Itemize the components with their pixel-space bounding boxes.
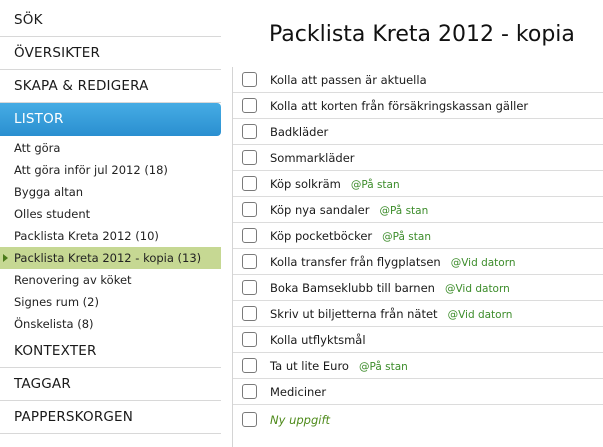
- task-label: Badkläder: [270, 125, 329, 139]
- task-checkbox[interactable]: [242, 384, 257, 399]
- list-item[interactable]: Packlista Kreta 2012 (10): [0, 225, 221, 247]
- list-item[interactable]: Renovering av köket: [0, 269, 221, 291]
- section-contexts[interactable]: KONTEXTER: [0, 335, 221, 368]
- context-tag[interactable]: @På stan: [382, 231, 431, 243]
- task-text: Kolla transfer från flygplatsen @Vid dato…: [270, 249, 516, 276]
- section-create-edit[interactable]: SKAPA & REDIGERA: [0, 70, 221, 103]
- context-tag[interactable]: @Vid datorn: [451, 257, 516, 269]
- task-text: Ta ut lite Euro @På stan: [270, 353, 408, 380]
- task-row[interactable]: Skriv ut biljetterna från nätet @Vid dato…: [233, 301, 603, 327]
- task-text: Köp pocketböcker @På stan: [270, 223, 431, 250]
- context-tag[interactable]: @På stan: [379, 205, 428, 217]
- task-label: Köp pocketböcker: [270, 229, 373, 243]
- task-checkbox[interactable]: [242, 358, 257, 373]
- task-checkbox[interactable]: [242, 228, 257, 243]
- task-checkbox[interactable]: [242, 98, 257, 113]
- task-row[interactable]: Boka Bamseklubb till barnen @Vid datorn: [233, 275, 603, 301]
- task-row[interactable]: Köp pocketböcker @På stan: [233, 223, 603, 249]
- sidebar: SÖK ÖVERSIKTER SKAPA & REDIGERA LISTOR A…: [0, 0, 221, 447]
- context-tag[interactable]: @Vid datorn: [445, 283, 510, 295]
- task-text: Kolla att korten från försäkringskassan …: [270, 93, 528, 119]
- list-item[interactable]: Önskelista (8): [0, 313, 221, 335]
- list-item[interactable]: Bygga altan: [0, 181, 221, 203]
- list-item-selected[interactable]: Packlista Kreta 2012 - kopia (13): [0, 247, 221, 269]
- task-label: Sommarkläder: [270, 151, 355, 165]
- section-search[interactable]: SÖK: [0, 4, 221, 37]
- task-text: Köp solkräm @På stan: [270, 171, 400, 198]
- task-checkbox[interactable]: [242, 254, 257, 269]
- task-row[interactable]: Köp nya sandaler @På stan: [233, 197, 603, 223]
- task-row[interactable]: Badkläder: [233, 119, 603, 145]
- task-checkbox[interactable]: [242, 332, 257, 347]
- task-checkbox[interactable]: [242, 150, 257, 165]
- task-label: Kolla att korten från försäkringskassan …: [270, 99, 529, 113]
- task-row[interactable]: Sommarkläder: [233, 145, 603, 171]
- task-text: Skriv ut biljetterna från nätet @Vid dato…: [270, 301, 512, 328]
- page-title: Packlista Kreta 2012 - kopia: [269, 22, 575, 47]
- new-task-checkbox[interactable]: [242, 412, 257, 427]
- task-checkbox[interactable]: [242, 280, 257, 295]
- task-text: Köp nya sandaler @På stan: [270, 197, 428, 224]
- task-checkbox[interactable]: [242, 124, 257, 139]
- task-text: Badkläder: [270, 119, 328, 145]
- task-row[interactable]: Mediciner: [233, 379, 603, 405]
- section-lists[interactable]: LISTOR: [0, 103, 221, 136]
- task-label: Köp nya sandaler: [270, 203, 370, 217]
- task-row[interactable]: Kolla utflyktsmål: [233, 327, 603, 353]
- list-item[interactable]: Olles student: [0, 203, 221, 225]
- task-label: Boka Bamseklubb till barnen: [270, 281, 435, 295]
- task-checkbox[interactable]: [242, 306, 257, 321]
- task-text: Mediciner: [270, 379, 326, 405]
- context-tag[interactable]: @På stan: [359, 361, 408, 373]
- task-checkbox[interactable]: [242, 202, 257, 217]
- new-task-input[interactable]: Ny uppgift: [270, 407, 330, 433]
- task-label: Kolla att passen är aktuella: [270, 73, 427, 87]
- task-label: Mediciner: [270, 385, 327, 399]
- task-row[interactable]: Kolla att passen är aktuella: [233, 67, 603, 93]
- task-label: Kolla transfer från flygplatsen: [270, 255, 441, 269]
- task-text: Kolla utflyktsmål: [270, 327, 366, 353]
- context-tag[interactable]: @På stan: [351, 179, 400, 191]
- task-row[interactable]: Köp solkräm @På stan: [233, 171, 603, 197]
- task-row[interactable]: Kolla transfer från flygplatsen @Vid dato…: [233, 249, 603, 275]
- list-item[interactable]: Att göra: [0, 137, 221, 159]
- list-collection: Att göra Att göra inför jul 2012 (18) By…: [0, 137, 221, 335]
- task-label: Ta ut lite Euro: [270, 359, 349, 373]
- list-item-label: Packlista Kreta 2012 - kopia (13): [14, 251, 202, 265]
- list-item[interactable]: Att göra inför jul 2012 (18): [0, 159, 221, 181]
- task-row[interactable]: Ta ut lite Euro @På stan: [233, 353, 603, 379]
- task-text: Boka Bamseklubb till barnen @Vid datorn: [270, 275, 510, 302]
- task-row[interactable]: Kolla att korten från försäkringskassan …: [233, 93, 603, 119]
- task-text: Kolla att passen är aktuella: [270, 67, 427, 93]
- context-tag[interactable]: @Vid datorn: [448, 309, 513, 321]
- task-label: Skriv ut biljetterna från nätet: [270, 307, 438, 321]
- section-overviews[interactable]: ÖVERSIKTER: [0, 37, 221, 70]
- task-text: Sommarkläder: [270, 145, 355, 171]
- task-label: Köp solkräm: [270, 177, 341, 191]
- section-tags[interactable]: TAGGAR: [0, 368, 221, 401]
- section-trash[interactable]: PAPPERSKORGEN: [0, 401, 221, 434]
- task-label: Kolla utflyktsmål: [270, 333, 366, 347]
- selected-arrow-icon: [3, 254, 8, 262]
- task-checkbox[interactable]: [242, 72, 257, 87]
- list-item[interactable]: Signes rum (2): [0, 291, 221, 313]
- task-checkbox[interactable]: [242, 176, 257, 191]
- new-task-row[interactable]: Ny uppgift: [233, 407, 603, 433]
